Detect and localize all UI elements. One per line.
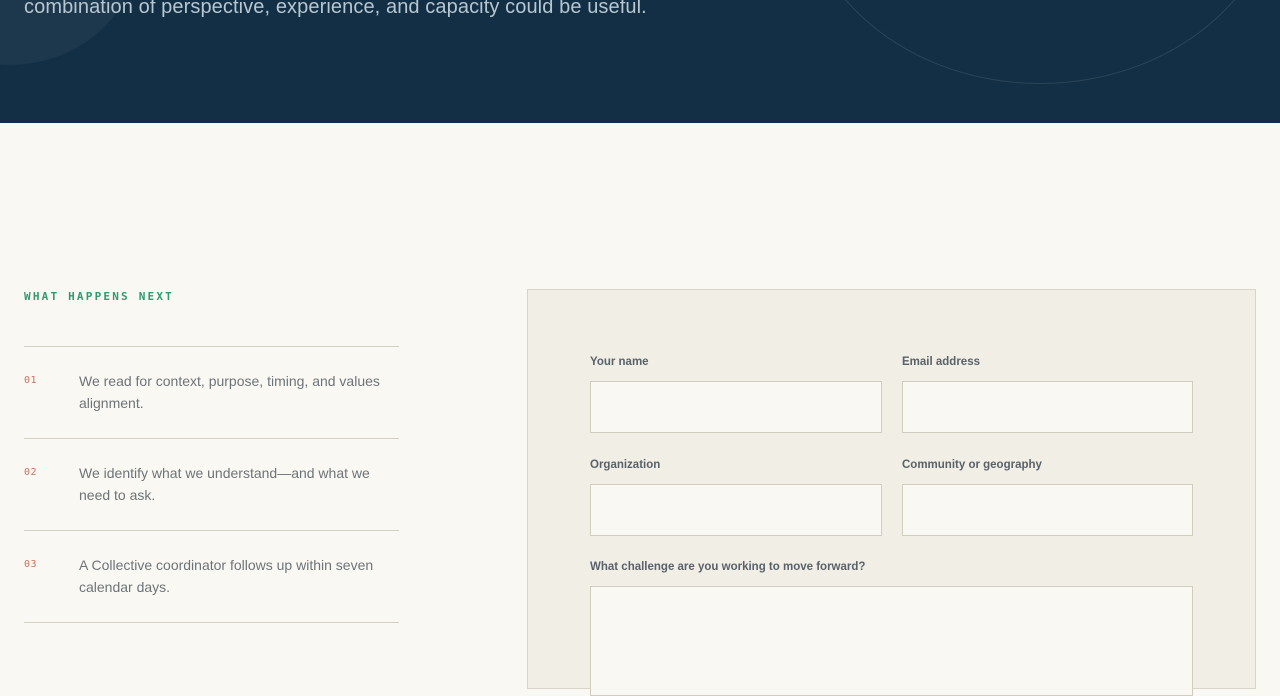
hero-decorative-ring bbox=[800, 0, 1280, 84]
step-number: 01 bbox=[24, 375, 38, 386]
challenge-field-group: What challenge are you working to move f… bbox=[590, 560, 1193, 696]
step-item: 02 We identify what we understand—and wh… bbox=[24, 439, 399, 531]
email-input[interactable] bbox=[902, 381, 1193, 433]
step-number: 02 bbox=[24, 467, 38, 478]
organization-field-group: Organization bbox=[590, 458, 882, 536]
hero-banner: combination of perspective, experience, … bbox=[0, 0, 1280, 123]
step-item: 03 A Collective coordinator follows up w… bbox=[24, 531, 399, 623]
organization-input[interactable] bbox=[590, 484, 882, 536]
organization-label: Organization bbox=[590, 459, 661, 471]
section-eyebrow: WHAT HAPPENS NEXT bbox=[24, 290, 174, 303]
step-item: 01 We read for context, purpose, timing,… bbox=[24, 347, 399, 439]
step-text: We identify what we understand—and what … bbox=[79, 465, 370, 503]
community-field-group: Community or geography bbox=[902, 458, 1193, 536]
email-label: Email address bbox=[902, 356, 980, 368]
what-happens-next: WHAT HAPPENS NEXT 01 We read for context… bbox=[24, 290, 399, 623]
name-field-group: Your name bbox=[590, 355, 882, 433]
step-text: We read for context, purpose, timing, an… bbox=[79, 373, 380, 411]
email-field-group: Email address bbox=[902, 355, 1193, 433]
challenge-label: What challenge are you working to move f… bbox=[590, 561, 866, 573]
step-number: 03 bbox=[24, 559, 38, 570]
inquiry-form: Your name Email address Organization Com… bbox=[527, 289, 1256, 696]
name-label: Your name bbox=[590, 356, 649, 368]
step-text: A Collective coordinator follows up with… bbox=[79, 557, 374, 595]
challenge-textarea[interactable] bbox=[590, 586, 1193, 696]
name-input[interactable] bbox=[590, 381, 882, 433]
hero-text: combination of perspective, experience, … bbox=[24, 0, 647, 18]
community-input[interactable] bbox=[902, 484, 1193, 536]
step-list: 01 We read for context, purpose, timing,… bbox=[24, 346, 399, 623]
community-label: Community or geography bbox=[902, 459, 1042, 471]
